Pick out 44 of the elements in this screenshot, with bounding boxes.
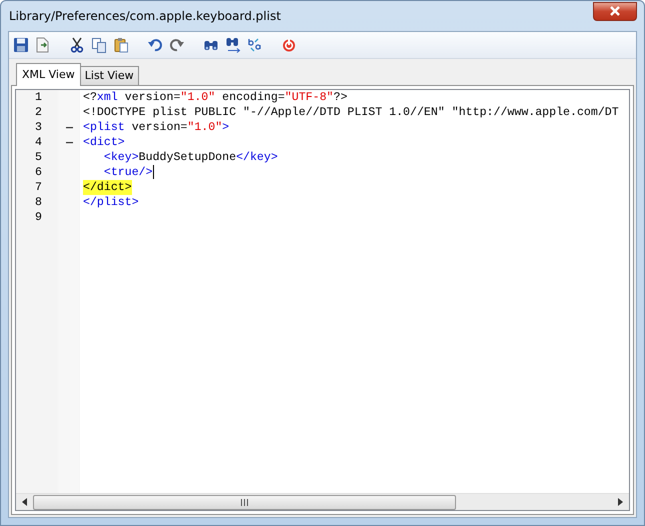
power-icon [281, 37, 297, 53]
redo-button[interactable] [168, 36, 186, 54]
code-line: <dict> [83, 135, 125, 150]
line-number: 3 [35, 121, 42, 134]
copy-icon [91, 37, 107, 53]
code-line: <true/> [104, 165, 153, 180]
tab[interactable]: XML View [16, 62, 81, 86]
save-icon [13, 37, 29, 53]
line-number: 5 [35, 151, 42, 164]
code-line: <!DOCTYPE plist PUBLIC "-//Apple//DTD PLIST 1.0//EN" "http://www.apple.com/DT [83, 105, 619, 120]
code-line: <key>BuddySetupDone</key> [104, 150, 278, 165]
left-arrow-icon [22, 498, 27, 506]
clipboard-icon [113, 37, 129, 53]
code-line: <plist version="1.0"> [83, 120, 230, 135]
line-number: 6 [35, 166, 42, 179]
line-number: 7 [35, 181, 42, 194]
scroll-thumb[interactable] [33, 494, 456, 510]
scissors-button[interactable] [68, 36, 86, 54]
right-arrow-icon [618, 498, 623, 506]
close-button[interactable] [593, 2, 637, 20]
power-button[interactable] [280, 36, 298, 54]
code-line: <?xml version="1.0" encoding="UTF-8"?> [83, 90, 348, 105]
document-arrow-icon [35, 37, 51, 53]
horizontal-scrollbar[interactable] [16, 493, 629, 510]
line-number: 9 [35, 211, 42, 224]
tab[interactable]: List View [80, 66, 139, 85]
copy-button[interactable] [90, 36, 108, 54]
line-number: 2 [35, 106, 42, 119]
binoculars-arrow-icon [225, 37, 241, 53]
line-number: 8 [35, 196, 42, 209]
scissors-icon [69, 37, 85, 53]
code-line: </plist> [83, 195, 139, 210]
save-button[interactable] [12, 36, 30, 54]
line-number: 4 [35, 136, 42, 149]
undo-icon [147, 37, 163, 53]
line-number: 1 [35, 91, 42, 104]
replace-icon [247, 37, 263, 53]
clipboard-button[interactable] [112, 36, 130, 54]
close-icon [609, 6, 621, 16]
grip-icon [240, 498, 248, 506]
redo-icon [169, 37, 185, 53]
binoculars-arrow-button[interactable] [224, 36, 242, 54]
window-title: Library/Preferences/com.apple.keyboard.plist [8, 8, 281, 25]
undo-button[interactable] [146, 36, 164, 54]
